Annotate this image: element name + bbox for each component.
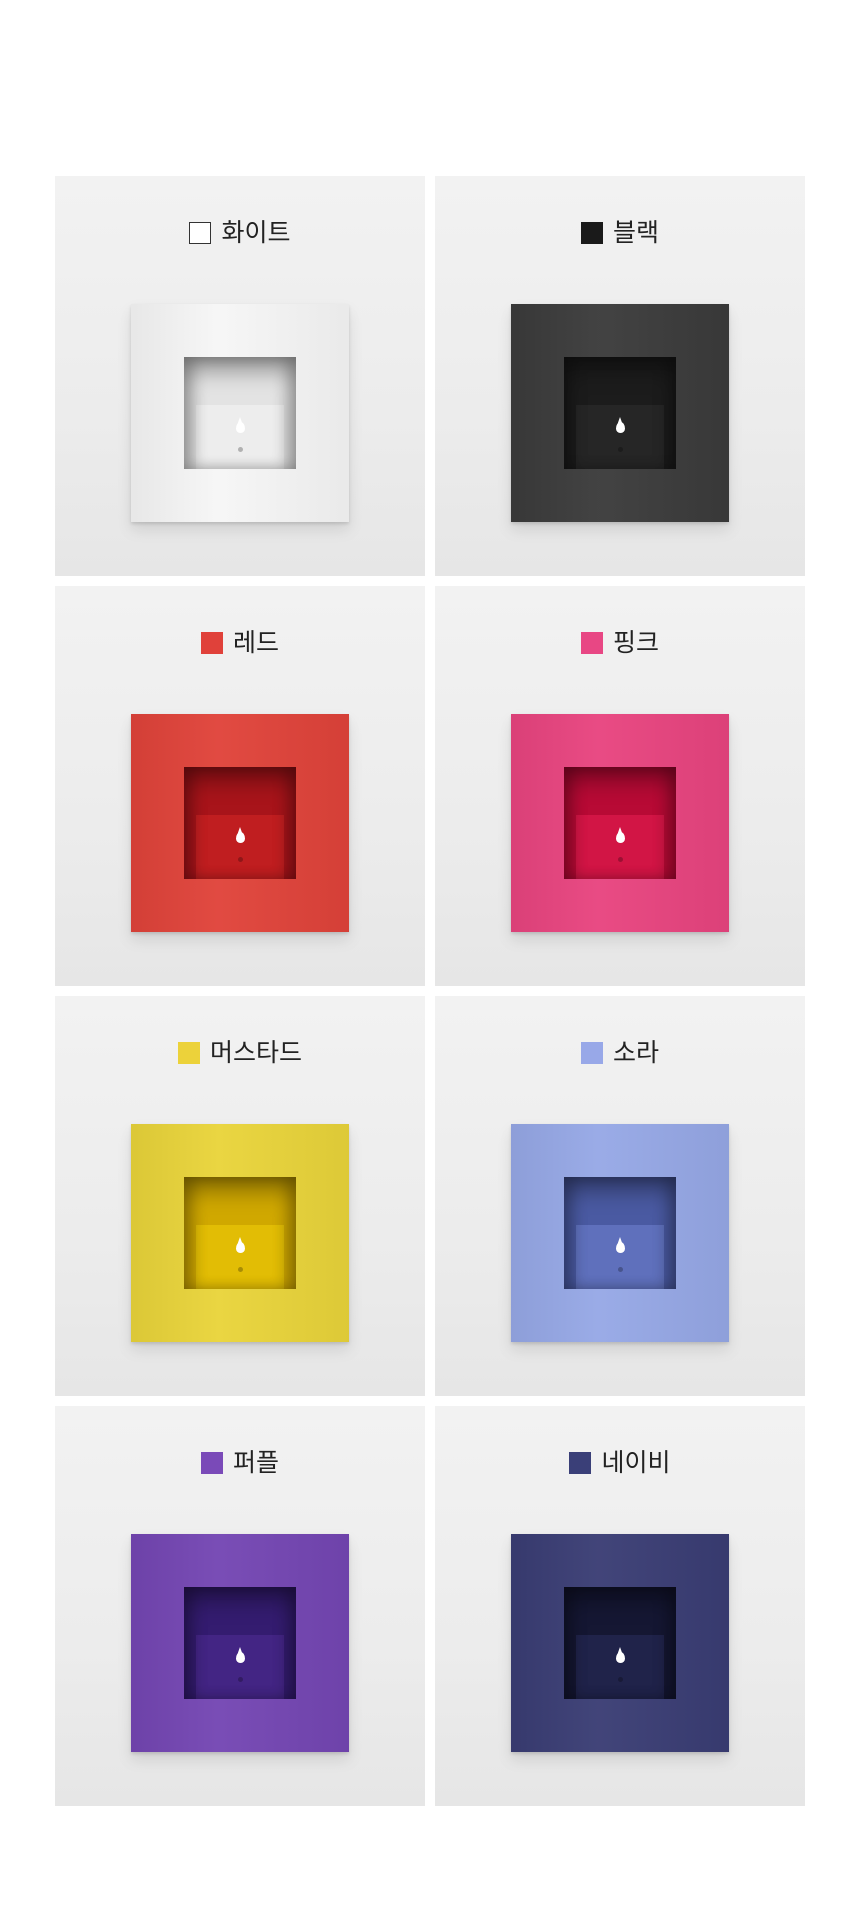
color-label: 소라	[435, 1038, 805, 1068]
opening-shadow	[184, 767, 296, 879]
opening-shadow	[184, 1587, 296, 1699]
color-label: 화이트	[55, 218, 425, 248]
opening-shadow	[184, 357, 296, 469]
color-card-mustard: 머스타드	[55, 996, 425, 1396]
color-label: 퍼플	[55, 1448, 425, 1478]
color-card-pink: 핑크	[435, 586, 805, 986]
color-swatch	[200, 1452, 223, 1474]
water-drop-icon	[235, 1652, 245, 1663]
color-swatch	[189, 222, 212, 244]
product-image	[511, 714, 729, 932]
color-card-black: 블랙	[435, 176, 805, 576]
product-image	[131, 304, 349, 522]
hole-dot	[237, 1267, 243, 1272]
product-opening	[184, 1587, 296, 1699]
opening-shadow	[184, 1177, 296, 1289]
product-opening	[184, 357, 296, 469]
opening-shadow	[564, 1587, 676, 1699]
color-swatch	[569, 1452, 592, 1474]
color-label: 레드	[55, 628, 425, 658]
product-image	[511, 1534, 729, 1752]
hole-dot	[617, 857, 623, 862]
color-card-white: 화이트	[55, 176, 425, 576]
color-card-navy: 네이비	[435, 1406, 805, 1806]
product-image	[131, 714, 349, 932]
product-opening	[564, 357, 676, 469]
color-card-sora: 소라	[435, 996, 805, 1396]
product-image	[131, 1534, 349, 1752]
color-swatch	[580, 632, 603, 654]
color-swatch	[580, 1042, 603, 1064]
hole-dot	[617, 447, 623, 452]
color-name: 퍼플	[232, 1448, 279, 1477]
opening-shadow	[564, 357, 676, 469]
opening-shadow	[564, 1177, 676, 1289]
color-name: 소라	[612, 1038, 659, 1067]
color-name: 블랙	[612, 218, 659, 247]
color-name: 레드	[232, 628, 279, 657]
water-drop-icon	[615, 1652, 625, 1663]
product-opening	[184, 767, 296, 879]
color-swatch	[200, 632, 223, 654]
color-name: 화이트	[221, 218, 291, 247]
water-drop-icon	[235, 1242, 245, 1253]
water-drop-icon	[615, 832, 625, 843]
opening-shadow	[564, 767, 676, 879]
hole-dot	[617, 1267, 623, 1272]
color-label: 네이비	[435, 1448, 805, 1478]
color-name: 핑크	[612, 628, 659, 657]
product-opening	[564, 1177, 676, 1289]
color-card-red: 레드	[55, 586, 425, 986]
hole-dot	[237, 857, 243, 862]
color-swatch	[580, 222, 603, 244]
color-swatch	[177, 1042, 200, 1064]
color-name: 네이비	[601, 1448, 671, 1477]
product-opening	[184, 1177, 296, 1289]
hole-dot	[237, 447, 243, 452]
product-image	[131, 1124, 349, 1342]
product-image	[511, 1124, 729, 1342]
hole-dot	[617, 1677, 623, 1682]
color-card-purple: 퍼플	[55, 1406, 425, 1806]
water-drop-icon	[615, 422, 625, 433]
color-label: 핑크	[435, 628, 805, 658]
product-image	[511, 304, 729, 522]
hole-dot	[237, 1677, 243, 1682]
color-name: 머스타드	[209, 1038, 302, 1067]
color-options-grid: 화이트 블랙 레드 핑크 머스타드 소라 퍼플 네이비	[55, 176, 805, 1806]
water-drop-icon	[235, 832, 245, 843]
water-drop-icon	[235, 422, 245, 433]
color-label: 머스타드	[55, 1038, 425, 1068]
product-opening	[564, 1587, 676, 1699]
water-drop-icon	[615, 1242, 625, 1253]
color-label: 블랙	[435, 218, 805, 248]
product-opening	[564, 767, 676, 879]
